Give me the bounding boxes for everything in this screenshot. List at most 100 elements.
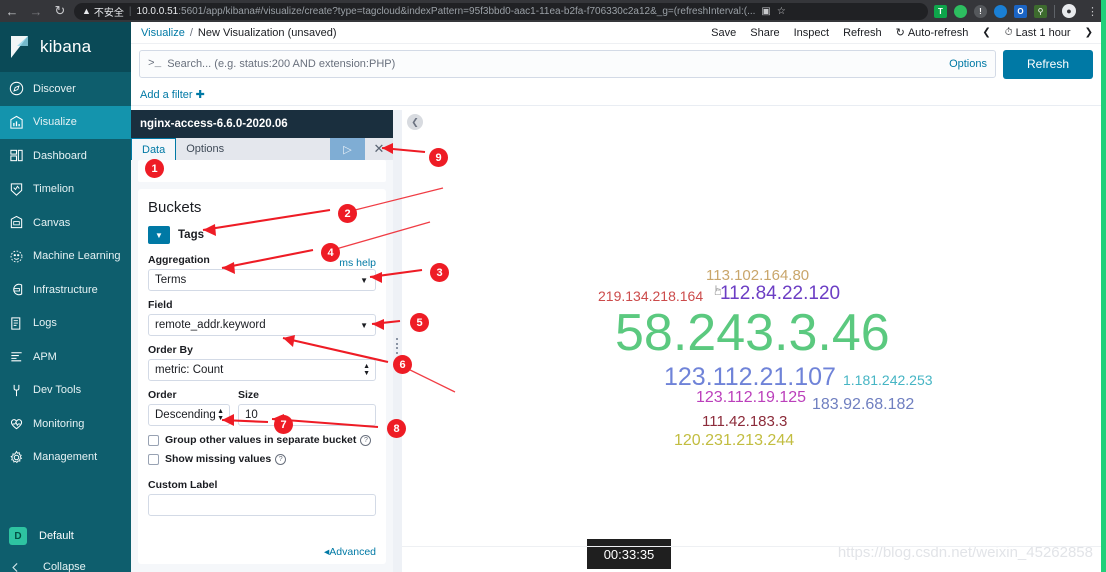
custom-label-group: Custom Label — [148, 479, 376, 516]
edge-icon[interactable] — [994, 4, 1007, 18]
sidebar-item-discover[interactable]: Discover — [0, 72, 131, 106]
time-next-icon[interactable]: ❯ — [1085, 27, 1093, 38]
tab-options[interactable]: Options — [176, 138, 234, 160]
kebab-menu-icon[interactable]: ⋮ — [1083, 5, 1102, 18]
group-other-row[interactable]: Group other values in separate bucket ? — [148, 434, 376, 446]
breadcrumb-visualize[interactable]: Visualize — [141, 27, 185, 39]
query-prompt-icon: >_ — [148, 58, 162, 70]
space-selector[interactable]: D Default — [0, 520, 131, 552]
keepass-icon[interactable]: ⚲ — [1034, 4, 1047, 18]
discover-compass-icon — [9, 80, 31, 98]
refresh-button[interactable]: Refresh — [843, 27, 882, 39]
buckets-card: Buckets ▼ Tags Aggregation ms help Terms… — [138, 189, 386, 564]
dev-tools-wrench-icon — [9, 381, 31, 399]
tag-cloud-item[interactable]: 58.243.3.46 — [615, 303, 890, 363]
visualize-bar-icon — [9, 113, 31, 131]
sidebar-item-management[interactable]: Management — [0, 441, 131, 475]
timelion-icon — [9, 180, 31, 198]
sidebar-item-canvas[interactable]: Canvas — [0, 206, 131, 240]
order-value: Descending — [155, 409, 216, 421]
size-label: Size — [238, 389, 260, 401]
field-select[interactable]: remote_addr.keyword ▼ — [148, 314, 376, 336]
back-icon[interactable]: ← — [0, 0, 24, 22]
order-by-select[interactable]: metric: Count ▲ ▼ — [148, 359, 376, 381]
group-other-checkbox[interactable] — [148, 434, 159, 446]
custom-label-input[interactable] — [148, 494, 376, 516]
tab-data[interactable]: Data — [131, 138, 177, 160]
tag-cloud-item[interactable]: 123.112.19.125 — [696, 389, 806, 407]
sidebar-item-label: Monitoring — [33, 417, 85, 430]
metrics-collapsed-strip[interactable] — [138, 160, 386, 182]
address-bar[interactable]: ▲ 不安全 | 10.0.0.51:5601/app/kibana#/visua… — [74, 2, 928, 20]
tag-cloud-item[interactable]: 120.231.213.244 — [674, 432, 794, 450]
question-circle-icon[interactable]: ? — [360, 434, 372, 446]
sidebar-item-machine-learning[interactable]: Machine Learning — [0, 240, 131, 274]
save-button[interactable]: Save — [711, 27, 736, 39]
sidebar-item-label: Discover — [33, 82, 76, 95]
collapse-label: Collapse — [43, 561, 86, 572]
translate-icon[interactable]: ▣ — [761, 6, 770, 17]
aggregation-select[interactable]: Terms ▼ — [148, 269, 376, 291]
aggregation-value: Terms — [155, 274, 187, 286]
sidebar-item-visualize[interactable]: Visualize — [0, 105, 131, 139]
show-missing-row[interactable]: Show missing values ? — [148, 453, 376, 465]
add-filter-button[interactable]: Add a filter ✚ — [140, 88, 205, 101]
sidebar-item-label: Timelion — [33, 183, 75, 196]
sidebar-item-monitoring[interactable]: Monitoring — [0, 407, 131, 441]
tag-cloud-item[interactable]: 1.181.242.253 — [843, 372, 933, 388]
inspect-button[interactable]: Inspect — [794, 27, 829, 39]
discard-changes-button[interactable]: ✕ — [365, 138, 393, 160]
show-missing-label: Show missing values — [165, 453, 272, 465]
field-label: Field — [148, 299, 173, 311]
aggregation-help-link[interactable]: ms help — [339, 257, 376, 269]
tag-cloud-item[interactable]: 113.102.164.80 — [706, 267, 809, 284]
order-select[interactable]: Descending ▲ ▼ — [148, 404, 230, 426]
canvas-icon — [9, 214, 31, 232]
sidebar-item-logs[interactable]: Logs — [0, 307, 131, 341]
advanced-toggle[interactable]: ◂Advanced — [324, 546, 376, 558]
space-badge: D — [9, 527, 27, 545]
share-button[interactable]: Share — [750, 27, 779, 39]
auto-refresh-button[interactable]: ↻ Auto-refresh — [896, 26, 969, 40]
order-by-value: metric: Count — [155, 364, 224, 376]
tampermonkey-icon[interactable]: T — [934, 4, 947, 18]
office-icon[interactable]: O — [1014, 4, 1027, 18]
sidebar-item-apm[interactable]: APM — [0, 340, 131, 374]
show-missing-checkbox[interactable] — [148, 453, 159, 465]
query-options-link[interactable]: Options — [949, 58, 987, 70]
arrow-right-icon[interactable]: → — [24, 0, 48, 22]
sidebar-item-infrastructure[interactable]: Infrastructure — [0, 273, 131, 307]
chevron-down-icon[interactable]: ▼ — [148, 226, 170, 244]
kibana-brand[interactable]: kibana — [0, 22, 131, 72]
sidebar-item-dev-tools[interactable]: Dev Tools — [0, 374, 131, 408]
sidebar-item-dashboard[interactable]: Dashboard — [0, 139, 131, 173]
time-prev-icon[interactable]: ❮ — [982, 27, 990, 38]
panel-resizer[interactable] — [393, 110, 402, 572]
tag-cloud-item[interactable]: 112.84.22.120 — [720, 283, 840, 305]
question-circle-icon[interactable]: ? — [275, 453, 287, 465]
size-input[interactable]: 10 — [238, 404, 376, 426]
query-refresh-button[interactable]: Refresh — [1003, 49, 1093, 79]
sidebar-item-label: Dashboard — [33, 149, 87, 162]
dashboard-grid-icon — [9, 147, 31, 165]
url-text: 10.0.0.51:5601/app/kibana#/visualize/cre… — [137, 6, 756, 17]
account-avatar-icon[interactable]: ● — [1062, 4, 1076, 18]
tag-cloud-item[interactable]: 183.92.68.182 — [812, 396, 914, 414]
sidebar-item-timelion[interactable]: Timelion — [0, 173, 131, 207]
index-pattern-title: nginx-access-6.6.0-2020.06 — [131, 110, 393, 138]
editor-body: Buckets ▼ Tags Aggregation ms help Terms… — [131, 160, 393, 572]
star-icon[interactable]: ☆ — [777, 6, 786, 17]
order-size-inputs: Descending ▲ ▼ 10 — [148, 404, 376, 434]
evernote-icon[interactable] — [954, 4, 967, 18]
sidebar-collapse-button[interactable]: Collapse — [0, 554, 131, 572]
tag-cloud-item[interactable]: 111.42.183.3 — [702, 413, 787, 430]
play-triangle-icon: ▷ — [343, 143, 352, 156]
tag-cloud-item[interactable]: 123.112.21.107 — [664, 363, 836, 392]
tag-cloud-item[interactable]: 219.134.218.164 — [598, 288, 703, 304]
reload-icon[interactable]: ↻ — [48, 0, 72, 22]
apply-changes-button[interactable]: ▷ — [330, 138, 365, 160]
machine-learning-icon — [9, 247, 31, 265]
time-picker[interactable]: ⏱ Last 1 hour — [1005, 27, 1071, 39]
adblock-icon[interactable]: ! — [974, 4, 987, 18]
search-input[interactable]: >_ Search... (e.g. status:200 AND extens… — [139, 50, 996, 78]
